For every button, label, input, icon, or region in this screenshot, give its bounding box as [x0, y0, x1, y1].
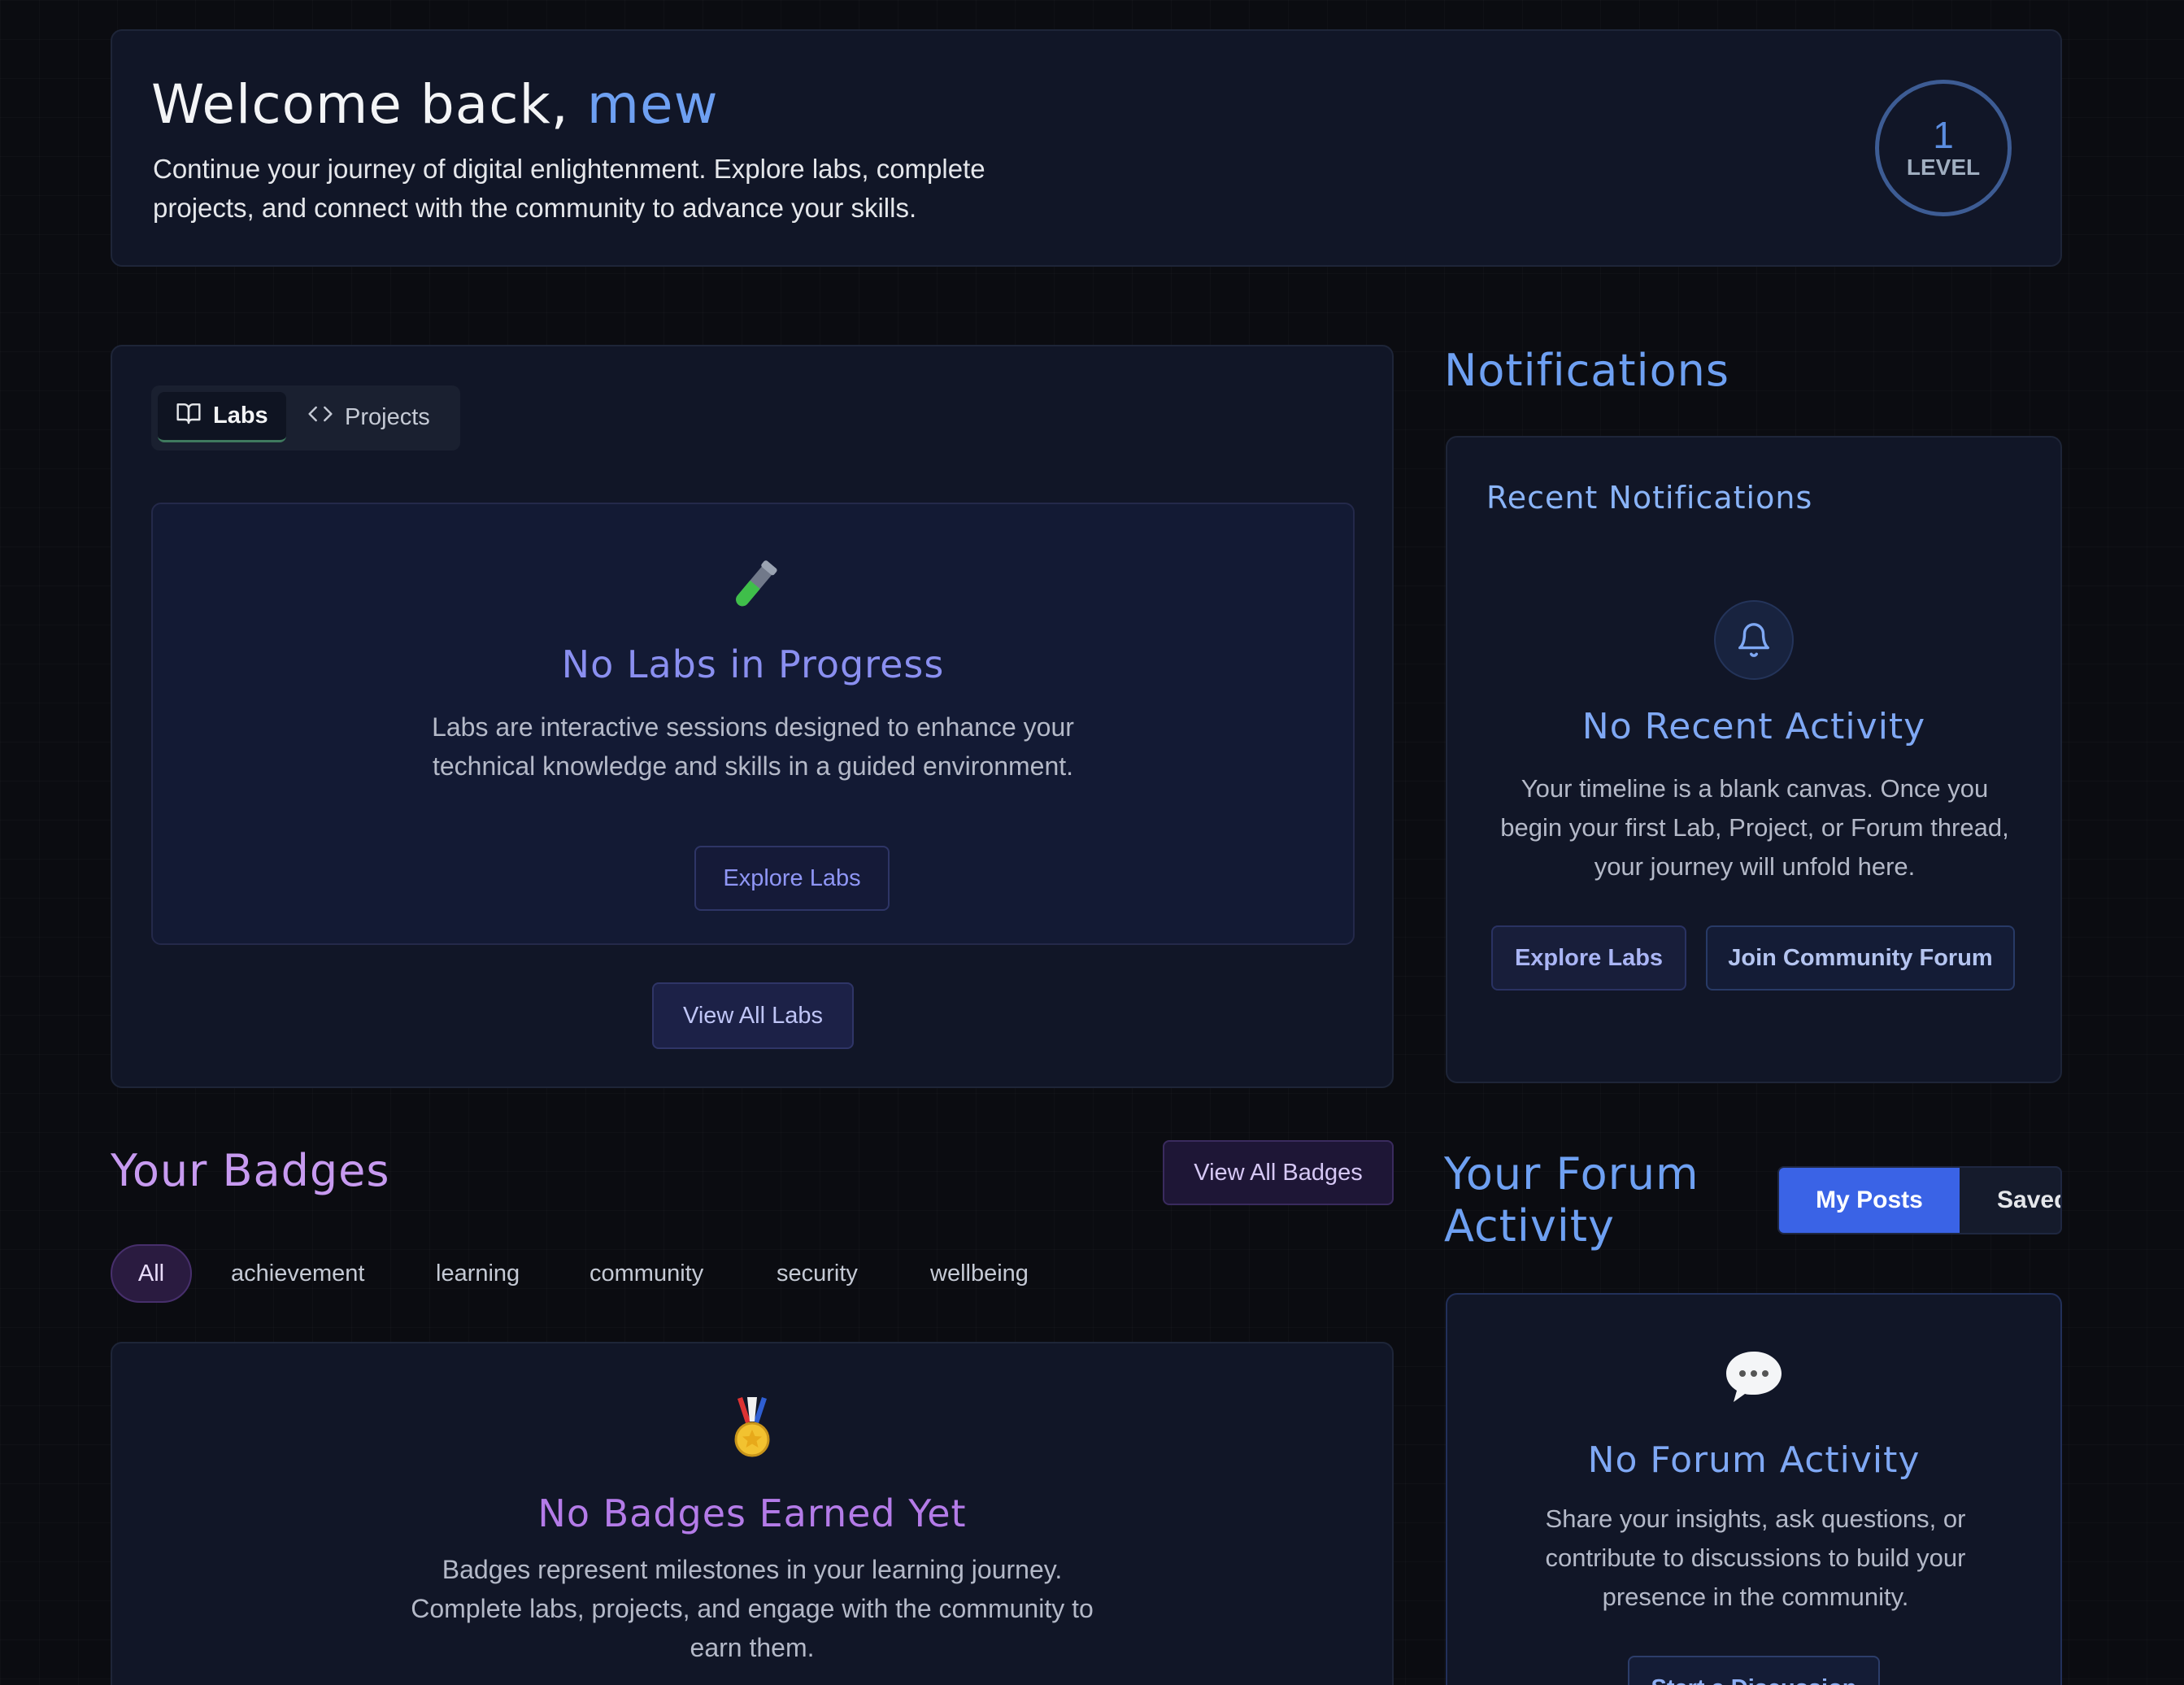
welcome-card: Welcome back, mew Continue your journey … — [111, 29, 2062, 267]
explore-labs-button[interactable]: Explore Labs — [694, 846, 890, 911]
forum-empty-text: Share your insights, ask questions, or c… — [1545, 1504, 1966, 1611]
labs-projects-tabs: Labs Projects — [151, 385, 460, 451]
code-icon — [307, 401, 333, 433]
badges-empty-title: No Badges Earned Yet — [537, 1491, 967, 1535]
badge-filter-achievement[interactable]: achievement — [231, 1244, 364, 1303]
labs-projects-panel: Labs Projects No Labs in Progress Labs a… — [111, 345, 1394, 1088]
notifications-card: Recent Notifications No Recent Activity … — [1446, 436, 2062, 1083]
forum-toggle-my-posts[interactable]: My Posts — [1779, 1168, 1960, 1233]
view-all-labs-button[interactable]: View All Labs — [652, 982, 854, 1049]
speech-bubble-icon — [1447, 1348, 2060, 1411]
notifications-explore-labs-button[interactable]: Explore Labs — [1491, 925, 1686, 991]
badge-filter-security[interactable]: security — [777, 1244, 858, 1303]
badges-empty-text: Badges represent milestones in your lear… — [411, 1555, 1094, 1662]
tab-labs-label: Labs — [213, 403, 268, 429]
labs-empty-title: No Labs in Progress — [561, 642, 945, 686]
forum-toggle: My Posts Saved — [1777, 1166, 2062, 1234]
join-community-forum-button[interactable]: Join Community Forum — [1706, 925, 2015, 991]
tab-projects[interactable]: Projects — [289, 392, 452, 442]
welcome-heading: Welcome back, mew — [151, 73, 719, 136]
badge-filter-learning[interactable]: learning — [436, 1244, 520, 1303]
forum-empty-card: No Forum Activity Share your insights, a… — [1446, 1293, 2062, 1685]
forum-toggle-saved[interactable]: Saved — [1997, 1168, 2060, 1233]
start-discussion-button[interactable]: Start a Discussion — [1628, 1656, 1880, 1685]
bell-icon — [1714, 600, 1794, 680]
level-label: LEVEL — [1906, 155, 1981, 180]
forum-empty-title: No Forum Activity — [1587, 1439, 1921, 1481]
book-open-icon — [176, 400, 202, 433]
badge-filter-all[interactable]: All — [111, 1244, 192, 1303]
badge-filter-wellbeing[interactable]: wellbeing — [930, 1244, 1029, 1303]
forum-activity-title: Your Forum Activity — [1444, 1148, 1699, 1252]
tab-projects-label: Projects — [345, 403, 430, 430]
welcome-greeting: Welcome back, — [151, 73, 587, 136]
badges-empty-card: No Badges Earned Yet Badges represent mi… — [111, 1342, 1394, 1685]
notifications-empty-text: Your timeline is a blank canvas. Once yo… — [1500, 774, 2009, 881]
notifications-empty-title: No Recent Activity — [1581, 706, 1926, 747]
badges-title: Your Badges — [111, 1145, 390, 1196]
medal-icon — [112, 1397, 1392, 1463]
badge-filter-community[interactable]: community — [590, 1244, 703, 1303]
test-tube-icon — [153, 555, 1353, 620]
notifications-title: Notifications — [1444, 345, 1729, 396]
labs-empty-state: No Labs in Progress Labs are interactive… — [151, 503, 1355, 945]
view-all-badges-button[interactable]: View All Badges — [1163, 1140, 1394, 1205]
level-badge: 1 LEVEL — [1875, 80, 2012, 216]
welcome-username: mew — [586, 73, 719, 136]
tab-labs[interactable]: Labs — [158, 392, 286, 442]
labs-empty-text: Labs are interactive sessions designed t… — [432, 712, 1074, 781]
recent-notifications-title: Recent Notifications — [1486, 480, 1813, 516]
welcome-description: Continue your journey of digital enlight… — [153, 154, 985, 223]
level-number: 1 — [1933, 114, 1954, 156]
